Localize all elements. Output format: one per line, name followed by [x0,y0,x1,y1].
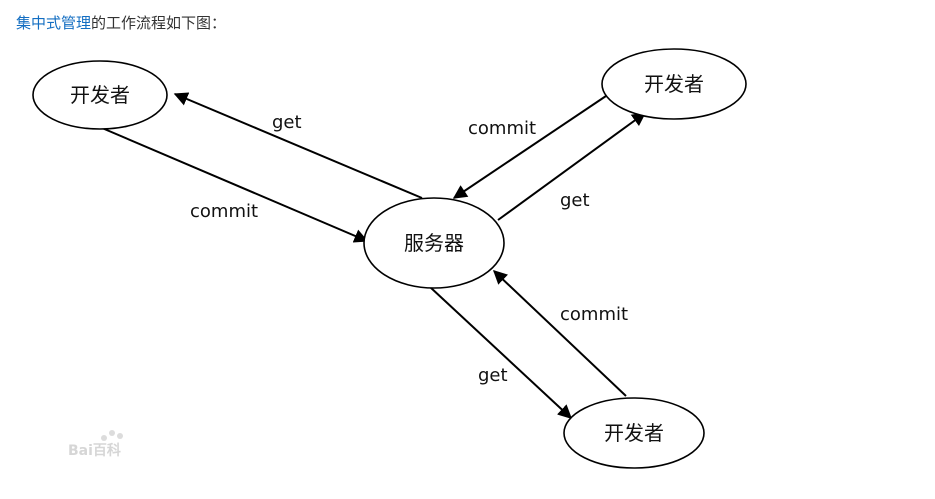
edge-developer-bottom-to-server: commit [492,270,628,397]
workflow-diagram: get commit commit get commit get 开发者 开发者… [32,48,747,469]
node-label-developer: 开发者 [604,421,664,445]
edge-label-commit: commit [190,201,258,222]
edge-label-get: get [272,112,302,133]
node-developer-bottom: 开发者 [563,397,705,469]
watermark-text: Bai百科 [68,442,121,459]
edge-label-get: get [560,190,590,211]
node-server: 服务器 [363,197,505,289]
paw-icon-dot [109,430,115,436]
paw-icon-dot [117,433,123,439]
edge-label-commit: commit [560,304,628,325]
baidu-watermark: Bai百科 [68,430,123,459]
edge-server-to-developer-bottom: get [429,286,573,419]
node-label-developer: 开发者 [644,72,704,96]
edge-developer-top-right-to-server: commit [452,95,607,199]
edge-label-get: get [478,365,508,386]
node-label-server: 服务器 [404,231,464,255]
node-developer-top-right: 开发者 [601,48,747,120]
edge-server-to-developer-top-left: get [173,92,423,199]
node-label-developer: 开发者 [70,83,130,107]
paw-icon-dot [101,435,107,441]
node-developer-top-left: 开发者 [32,60,168,130]
edge-developer-top-left-to-server: commit [101,127,369,243]
edge-label-commit: commit [468,118,536,139]
